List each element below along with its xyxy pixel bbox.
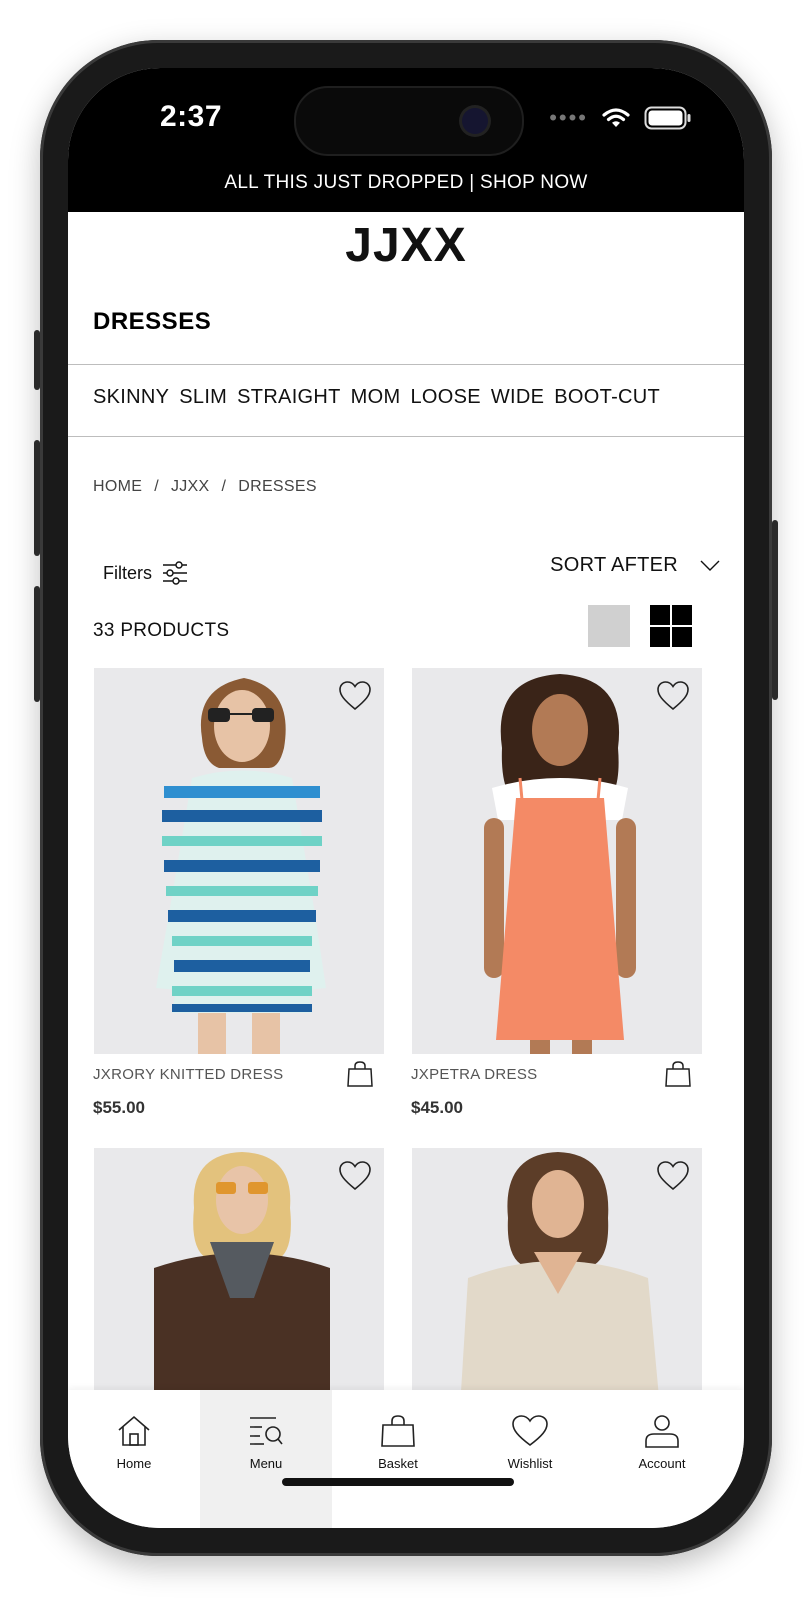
fit-filter-mom[interactable]: MOM — [351, 386, 401, 409]
fit-filter-wide[interactable]: WIDE — [491, 386, 544, 409]
tab-wishlist[interactable]: Wishlist — [464, 1390, 596, 1528]
breadcrumb-separator: / — [154, 478, 159, 495]
breadcrumb-jjxx[interactable]: JJXX — [171, 478, 210, 496]
model-orange-dress-image — [412, 668, 702, 1054]
wifi-icon — [602, 108, 630, 127]
fit-filter-loose[interactable]: LOOSE — [410, 386, 480, 409]
heart-icon — [512, 1415, 548, 1447]
product-name[interactable]: JXRORY KNITTED DRESS — [93, 1066, 283, 1083]
wishlist-heart-icon[interactable] — [338, 1160, 372, 1192]
model-striped-dress-image — [94, 668, 384, 1054]
brand-logo[interactable]: JJXX — [68, 218, 744, 273]
fit-filter-boot-cut[interactable]: BOOT-CUT — [554, 386, 660, 409]
mute-switch — [34, 330, 40, 390]
home-icon — [118, 1415, 150, 1446]
tab-label: Home — [116, 1456, 152, 1471]
basket-icon — [381, 1415, 415, 1447]
single-column-view-icon[interactable] — [588, 605, 630, 647]
breadcrumb: HOME / JJXX / DRESSES — [93, 478, 317, 496]
tab-menu[interactable]: Menu — [200, 1390, 332, 1528]
product-price: $45.00 — [411, 1098, 463, 1117]
tab-label: Wishlist — [507, 1456, 553, 1471]
grid-view-icon[interactable] — [650, 605, 692, 647]
bottom-tab-bar: Home Menu Basket Wishlist Account — [68, 1390, 744, 1528]
product-image-beige-knit[interactable] — [412, 1148, 702, 1408]
volume-down-button — [34, 586, 40, 702]
status-icons: •••• — [549, 106, 692, 130]
tab-home[interactable]: Home — [68, 1390, 200, 1528]
tab-account[interactable]: Account — [596, 1390, 728, 1528]
divider — [68, 364, 744, 365]
promo-banner[interactable]: ALL THIS JUST DROPPED | SHOP NOW — [68, 172, 744, 194]
power-button — [772, 520, 778, 700]
camera-icon — [462, 108, 488, 134]
account-icon — [645, 1415, 679, 1448]
tab-label: Menu — [249, 1456, 283, 1471]
signal-dots-icon: •••• — [549, 105, 588, 130]
product-name[interactable]: JXPETRA DRESS — [411, 1066, 537, 1083]
add-to-basket-icon[interactable] — [664, 1060, 692, 1088]
chevron-down-icon — [700, 560, 720, 571]
wishlist-heart-icon[interactable] — [656, 680, 690, 712]
fit-filter-slim[interactable]: SLIM — [179, 386, 227, 409]
product-count: 33 PRODUCTS — [93, 620, 230, 641]
screen: 2:37 •••• ALL THIS JUST DROPPED | SHOP N… — [68, 68, 744, 1528]
tab-basket[interactable]: Basket — [332, 1390, 464, 1528]
product-price: $55.00 — [93, 1098, 145, 1117]
fit-filter-bar: SKINNY SLIM STRAIGHT MOM LOOSE WIDE BOOT… — [93, 386, 660, 409]
breadcrumb-home[interactable]: HOME — [93, 478, 142, 496]
wishlist-heart-icon[interactable] — [656, 1160, 690, 1192]
home-indicator[interactable] — [282, 1478, 514, 1486]
tab-label: Account — [638, 1456, 686, 1471]
sort-dropdown[interactable]: SORT AFTER — [550, 554, 720, 577]
add-to-basket-icon[interactable] — [346, 1060, 374, 1088]
product-image-brown-knit[interactable] — [94, 1148, 384, 1408]
breadcrumb-dresses: DRESSES — [238, 478, 317, 495]
product-image-petra[interactable] — [412, 668, 702, 1054]
sliders-icon — [163, 561, 187, 585]
breadcrumb-separator: / — [221, 478, 227, 495]
fit-filter-straight[interactable]: STRAIGHT — [237, 386, 341, 409]
wishlist-heart-icon[interactable] — [338, 680, 372, 712]
volume-up-button — [34, 440, 40, 556]
status-time: 2:37 — [160, 100, 223, 133]
dynamic-island — [294, 86, 524, 156]
fit-filter-skinny[interactable]: SKINNY — [93, 386, 169, 409]
page-title: DRESSES — [93, 308, 212, 335]
product-image-rory[interactable] — [94, 668, 384, 1054]
battery-icon — [644, 106, 691, 130]
divider — [68, 436, 744, 437]
sort-label: SORT AFTER — [550, 554, 678, 576]
tab-label: Basket — [378, 1456, 418, 1471]
filters-button[interactable]: Filters — [103, 560, 188, 586]
filters-label: Filters — [103, 562, 152, 583]
menu-search-icon — [250, 1417, 283, 1445]
status-area: 2:37 •••• ALL THIS JUST DROPPED | SHOP N… — [68, 68, 744, 212]
